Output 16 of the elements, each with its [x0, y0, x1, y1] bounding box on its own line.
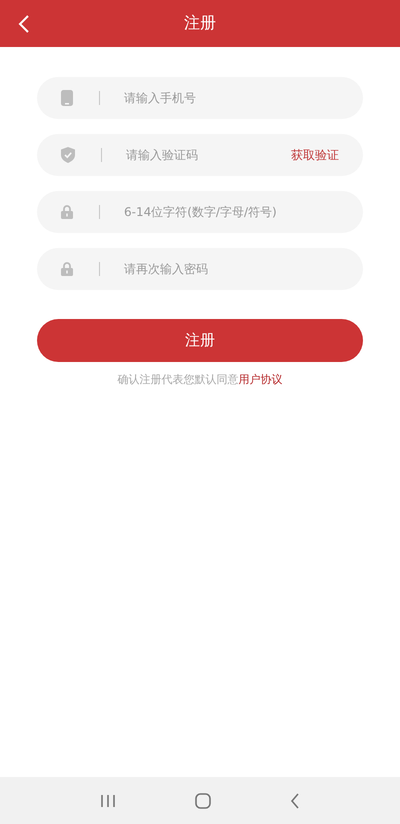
- phone-icon: [61, 90, 73, 106]
- input-field[interactable]: 6-14位字符(数字/字母/符号): [124, 205, 339, 219]
- lock-icon: [61, 262, 73, 276]
- home-icon[interactable]: [194, 792, 211, 808]
- lock-icon: [61, 205, 73, 219]
- shield-icon: [61, 147, 75, 163]
- agreement-text: 确认注册代表您默认同意用户协议: [118, 372, 282, 387]
- page-title: 注册: [184, 13, 216, 34]
- input-field[interactable]: 请输入验证码: [126, 148, 291, 162]
- user-agreement-link[interactable]: 用户协议: [238, 373, 282, 386]
- get-code-link[interactable]: 获取验证: [291, 146, 339, 164]
- input-field[interactable]: 请输入手机号: [124, 91, 339, 105]
- register-button[interactable]: 注册: [37, 319, 363, 362]
- input-field[interactable]: 请再次输入密码: [124, 262, 339, 276]
- recent-apps-icon[interactable]: [100, 794, 116, 808]
- back-icon[interactable]: [290, 792, 300, 808]
